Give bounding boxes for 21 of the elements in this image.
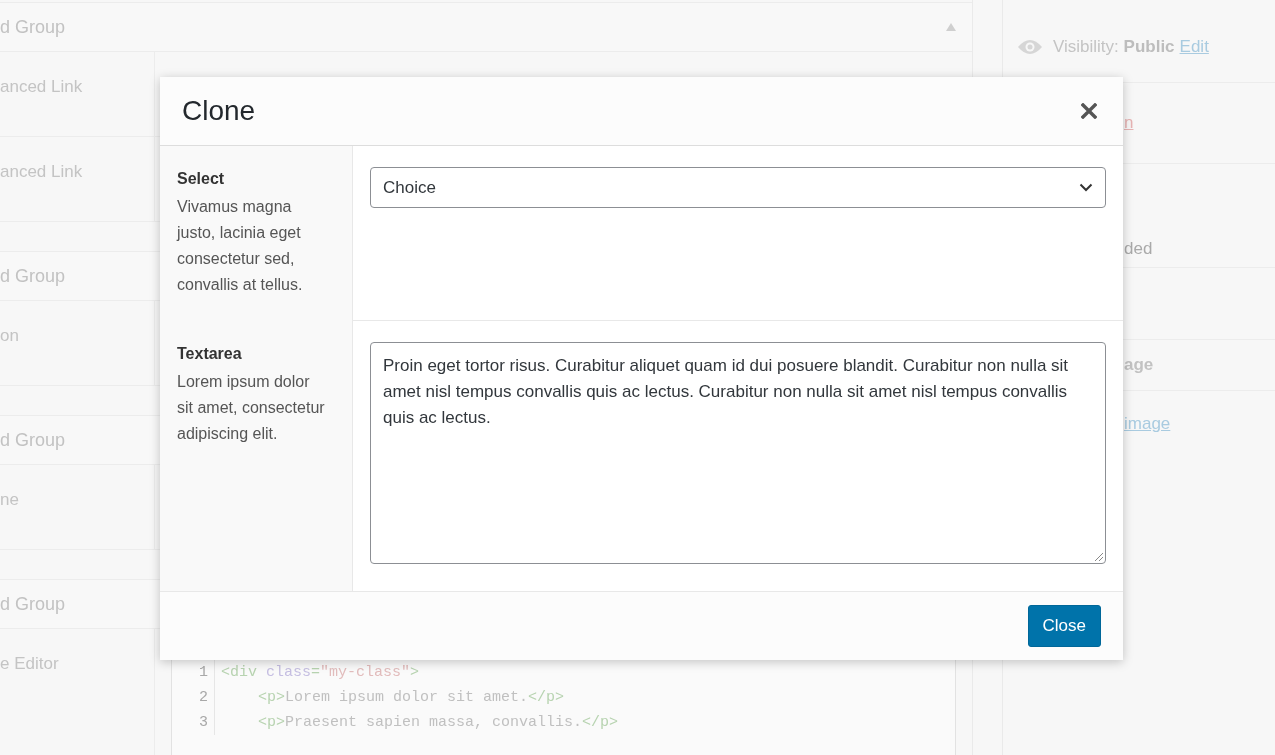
edit-link[interactable]: Edit: [1179, 37, 1209, 57]
resize-handle-icon[interactable]: [1095, 553, 1103, 561]
eye-icon: [1017, 39, 1043, 55]
field-description: Vivamus magna justo, lacinia eget consectetur sed, convallis at tellus.: [177, 197, 304, 295]
side-field[interactable]: ded: [1124, 239, 1153, 259]
field-label: Textarea: [177, 345, 243, 363]
code-line: <div class="my-class">: [221, 663, 420, 683]
image-link[interactable]: image: [1124, 414, 1171, 434]
modal-title: Clone: [182, 95, 256, 127]
code-line: <p>Lorem ipsum dolor sit amet.</p>: [257, 688, 565, 708]
trash-link[interactable]: n: [1124, 113, 1134, 133]
line-number: 2: [172, 685, 215, 710]
field-description: Lorem ipsum dolor sit amet, consectetur adipiscing elit.: [177, 372, 326, 444]
close-icon[interactable]: [1081, 103, 1097, 119]
code-line: <p>Praesent sapien massa, convallis.</p>: [257, 713, 619, 733]
line-number: 3: [172, 710, 215, 735]
select-dropdown[interactable]: Choice: [370, 167, 1106, 208]
textarea-field[interactable]: Proin eget tortor risus. Curabitur aliquet quam id dui posuere blandit. Curabitur non nulla sit amet nisl tempus convallis quis ac lectus. Curabitur non nulla sit amet nisl tempus convallis quis ac lectus.: [370, 342, 1106, 564]
chevron-down-icon: [1079, 183, 1093, 192]
close-button[interactable]: Close: [1027, 605, 1101, 647]
field-label: Select: [177, 170, 226, 188]
